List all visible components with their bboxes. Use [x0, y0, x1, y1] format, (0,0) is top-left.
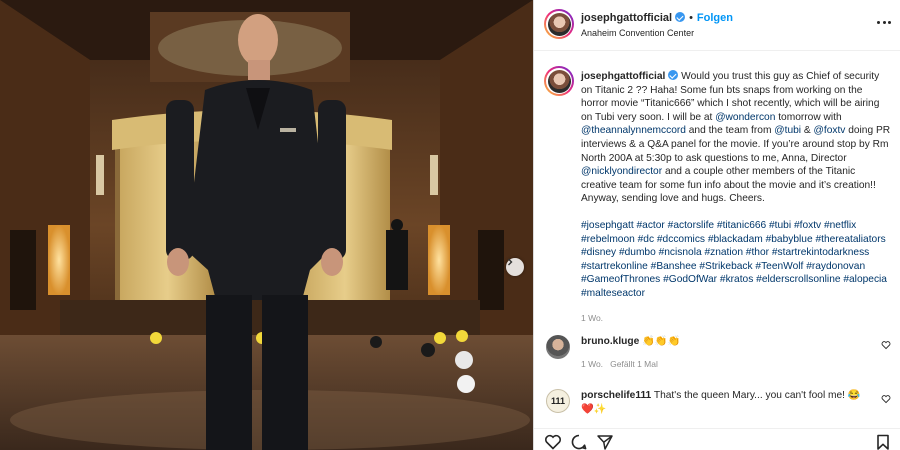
- caption-text: &: [801, 125, 814, 137]
- comment-icon[interactable]: [570, 433, 588, 450]
- post-caption: josephgattofficial Would you trust this …: [581, 70, 891, 325]
- comment-likes[interactable]: Gefällt 1 Mal: [610, 359, 658, 369]
- comment-meta: 1 Wo. Gefällt 1 Mal: [581, 359, 658, 369]
- commenter-avatar[interactable]: [546, 335, 570, 359]
- separator-dot: •: [689, 12, 693, 24]
- caption-avatar[interactable]: [544, 66, 574, 96]
- caption-username[interactable]: josephgattofficial: [581, 71, 665, 82]
- instagram-post-view: josephgattofficial • Folgen Anaheim Conven…: [0, 0, 900, 450]
- mention-link[interactable]: @foxtv: [814, 125, 846, 136]
- comment-text: porschelife111 That's the queen Mary... …: [581, 389, 871, 402]
- like-comment-heart-icon[interactable]: [881, 394, 891, 404]
- more-options-icon[interactable]: [877, 17, 895, 27]
- action-bar: [534, 428, 900, 450]
- mention-link[interactable]: @tubi: [774, 125, 801, 136]
- caption-text: and the team from: [685, 125, 775, 137]
- location-link[interactable]: Anaheim Convention Center: [581, 28, 694, 38]
- mention-link[interactable]: @nicklyondirector: [581, 166, 662, 177]
- commenter-avatar[interactable]: 111: [546, 389, 570, 413]
- chevron-right-icon: [508, 258, 513, 266]
- comment-text: bruno.kluge 👏👏👏: [581, 335, 871, 348]
- comment-body: That's the queen Mary... you can't fool …: [651, 390, 861, 401]
- author-username[interactable]: josephgattofficial: [581, 12, 672, 24]
- share-icon[interactable]: [596, 433, 614, 450]
- author-line: josephgattofficial • Folgen: [581, 12, 733, 24]
- verified-badge-icon: [675, 12, 686, 22]
- post-photo[interactable]: [0, 0, 533, 450]
- post-timestamp[interactable]: 1 Wo.: [581, 312, 891, 326]
- hashtag-list: #josephgatt #actor #actorslife #titanic6…: [581, 219, 891, 301]
- mention-link[interactable]: @wondercon: [715, 112, 775, 123]
- avatar-label: 111: [550, 396, 566, 406]
- follow-button[interactable]: Folgen: [697, 12, 733, 24]
- next-image-button[interactable]: [506, 258, 524, 276]
- post-details-panel: josephgattofficial • Folgen Anaheim Conven…: [533, 0, 900, 450]
- verified-badge-icon: [668, 70, 679, 80]
- comment-emoji-line: ❤️✨: [581, 404, 607, 415]
- comment-time[interactable]: 1 Wo.: [581, 359, 603, 369]
- like-comment-heart-icon[interactable]: [881, 340, 891, 350]
- heart-icon[interactable]: [544, 433, 562, 450]
- commenter-username[interactable]: bruno.kluge: [581, 336, 639, 347]
- author-avatar[interactable]: [544, 9, 574, 39]
- comment-body: 👏👏👏: [639, 336, 681, 347]
- caption-text: tomorrow with: [775, 111, 842, 123]
- mention-link[interactable]: @theannalynnemccord: [581, 125, 686, 136]
- bookmark-icon[interactable]: [874, 433, 892, 450]
- post-header: josephgattofficial • Folgen Anaheim Conven…: [534, 0, 900, 51]
- photo-illustration: [0, 0, 533, 450]
- commenter-username[interactable]: porschelife111: [581, 390, 651, 401]
- hashtags-text[interactable]: #josephgatt #actor #actorslife #titanic6…: [581, 220, 887, 299]
